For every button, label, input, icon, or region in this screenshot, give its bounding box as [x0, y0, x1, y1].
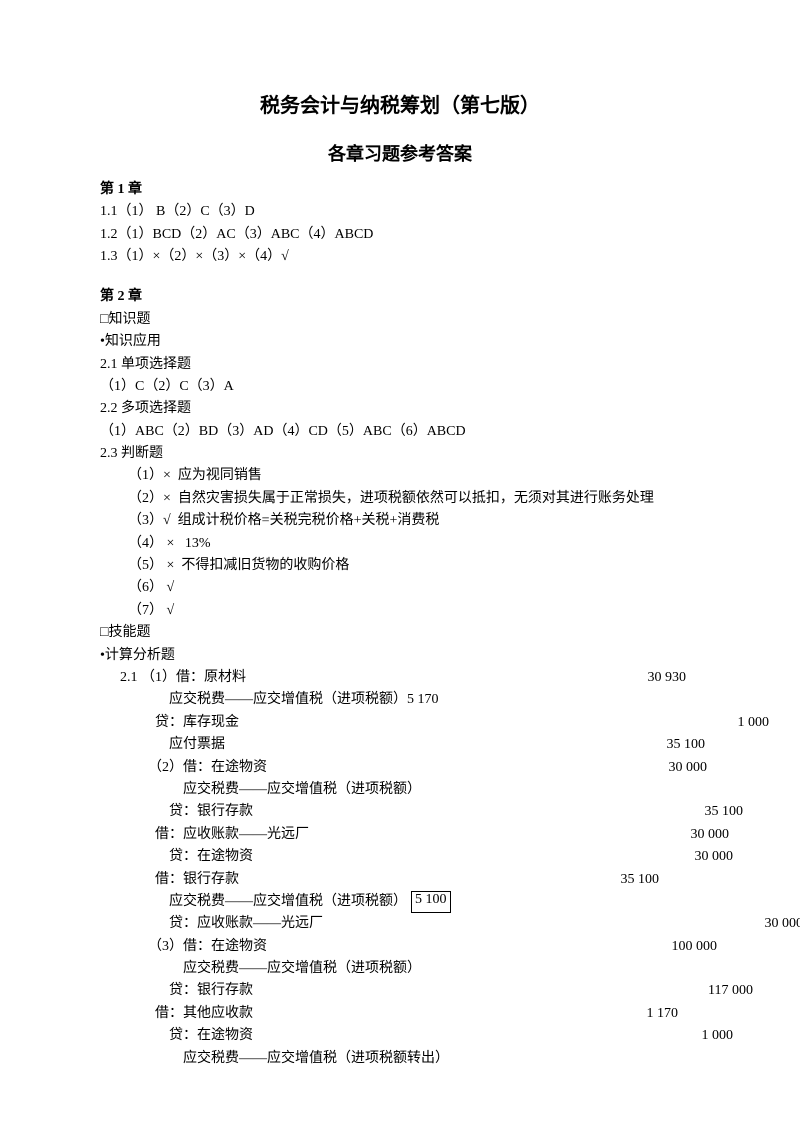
journal-entry-row: 借：其他应收款 1 170 — [100, 1003, 700, 1025]
judge-1: （1）× 应为视同销售 — [100, 465, 700, 487]
journal-entry-row: 借：应收账款——光远厂30 000 — [100, 824, 700, 846]
entry-amount: 30 000 — [723, 913, 800, 935]
entry-amount: 117 000 — [673, 980, 753, 1002]
entry-amount: 1 000 — [653, 1025, 733, 1047]
entry-label: 贷：银行存款 — [100, 801, 253, 823]
entry-label: 贷：在途物资 — [100, 846, 253, 868]
document-page: 税务会计与纳税筹划（第七版） 各章习题参考答案 第 1 章 1.1（1） B（2… — [0, 0, 800, 1132]
entry-amount: 35 100 — [579, 869, 659, 891]
journal-entry-row: 应交税费——应交增值税（进项税额转出）170 — [100, 1048, 700, 1070]
journal-entries: 2.1 （1）借：原材料 30 930 应交税费——应交增值税（进项税额）5 17… — [100, 667, 700, 1070]
entry-label: 借：银行存款 — [100, 869, 239, 891]
chapter-2-heading: 第 2 章 — [100, 286, 700, 308]
ch1-line-1: 1.1（1） B（2）C（3）D — [100, 201, 700, 223]
section-skill: □技能题 — [100, 622, 700, 644]
section-2-1-answers: （1）C（2）C（3）A — [100, 376, 700, 398]
entry-amount: 35 100 — [625, 734, 705, 756]
entry-label: 贷：库存现金 — [100, 712, 239, 734]
entry-amount: 30 930 — [606, 667, 686, 689]
journal-entry-row: （3）借：在途物资100 000 — [100, 936, 700, 958]
entry-label: 应付票据 — [100, 734, 225, 756]
entry-label: 贷：应收账款——光远厂 — [100, 913, 323, 935]
entry-amount: 30 000 — [649, 824, 729, 846]
section-2-2: 2.2 多项选择题 — [100, 398, 700, 420]
entry-label: 应交税费——应交增值税（进项税额）5 170 — [100, 689, 439, 711]
journal-entry-row: 贷：应收账款——光远厂30 000 — [100, 913, 700, 935]
entry-amount: 30 000 — [653, 846, 733, 868]
entry-label: 借：应收账款——光远厂 — [100, 824, 309, 846]
entry-amount: 35 100 — [663, 801, 743, 823]
boxed-amount: 5 100 — [411, 891, 451, 913]
ch1-line-2: 1.2（1）BCD（2）AC（3）ABC（4）ABCD — [100, 224, 700, 246]
entry-label: （2）借：在途物资 — [100, 757, 267, 779]
journal-entry-row: 应交税费——应交增值税（进项税额）5 170 — [100, 689, 700, 711]
chapter-1-heading: 第 1 章 — [100, 179, 700, 201]
journal-entry-row: 应交税费——应交增值税（进项税额）5 100 — [100, 779, 700, 801]
ch1-line-3: 1.3（1）×（2）×（3）×（4）√ — [100, 246, 700, 268]
entry-label: （3）借：在途物资 — [100, 936, 267, 958]
entry-label: 贷：银行存款 — [100, 980, 253, 1002]
section-2-1: 2.1 单项选择题 — [100, 354, 700, 376]
judge-5: （5） × 不得扣减旧货物的收购价格 — [100, 555, 700, 577]
entry-label: 2.1 （1）借：原材料 — [100, 667, 246, 689]
judge-7: （7） √ — [100, 600, 700, 622]
entry-amount: 100 000 — [637, 936, 717, 958]
journal-entry-row: 借：银行存款 35 100 — [100, 869, 700, 891]
judge-4: （4） × 13% — [100, 533, 700, 555]
journal-entry-row: 贷：在途物资30 000 — [100, 846, 700, 868]
judge-2: （2）× 自然灾害损失属于正常损失，进项税额依然可以抵扣，无须对其进行账务处理 — [100, 488, 700, 510]
entry-amount: 1 000 — [689, 712, 769, 734]
entry-label: 贷：在途物资 — [100, 1025, 253, 1047]
journal-entry-row: 贷：银行存款35 100 — [100, 801, 700, 823]
entry-label: 应交税费——应交增值税（进项税额） — [100, 779, 421, 801]
judge-3: （3）√ 组成计税价格=关税完税价格+关税+消费税 — [100, 510, 700, 532]
bullet-calc: •计算分析题 — [100, 645, 700, 667]
entry-label: 应交税费——应交增值税（进项税额） — [100, 891, 407, 913]
doc-title: 税务会计与纳税筹划（第七版） — [100, 90, 700, 122]
entry-label: 应交税费——应交增值税（进项税额转出） — [100, 1048, 449, 1070]
section-2-3: 2.3 判断题 — [100, 443, 700, 465]
journal-entry-row: 贷：库存现金1 000 — [100, 712, 700, 734]
doc-subtitle: 各章习题参考答案 — [100, 140, 700, 169]
entry-amount: 30 000 — [627, 757, 707, 779]
judge-6: （6） √ — [100, 577, 700, 599]
spacer — [100, 268, 700, 282]
section-knowledge: □知识题 — [100, 309, 700, 331]
journal-entry-row: 应交税费——应交增值税（进项税额）5 100 — [100, 891, 700, 913]
journal-entry-row: （2）借：在途物资30 000 — [100, 757, 700, 779]
bullet-knowledge-application: •知识应用 — [100, 331, 700, 353]
journal-entry-row: 贷：银行存款117 000 — [100, 980, 700, 1002]
journal-entry-row: 2.1 （1）借：原材料 30 930 — [100, 667, 700, 689]
entry-label: 借：其他应收款 — [100, 1003, 253, 1025]
journal-entry-row: 应付票据35 100 — [100, 734, 700, 756]
journal-entry-row: 贷：在途物资1 000 — [100, 1025, 700, 1047]
journal-entry-row: 应交税费——应交增值税（进项税额）17 000 — [100, 958, 700, 980]
entry-amount: 1 170 — [598, 1003, 678, 1025]
section-2-2-answers: （1）ABC（2）BD（3）AD（4）CD（5）ABC（6）ABCD — [100, 421, 700, 443]
entry-label: 应交税费——应交增值税（进项税额） — [100, 958, 421, 980]
